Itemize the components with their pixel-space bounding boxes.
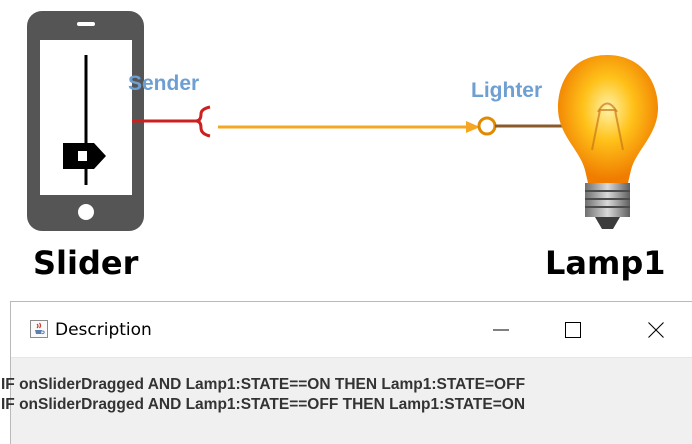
- rules-text-area: IF onSliderDragged AND Lamp1:STATE==ON T…: [1, 375, 692, 415]
- close-button[interactable]: [633, 302, 679, 357]
- minimize-icon: [493, 329, 509, 331]
- light-bulb-icon[interactable]: [558, 55, 658, 229]
- maximize-button[interactable]: [550, 302, 596, 357]
- lighter-port-label: Lighter: [471, 79, 543, 102]
- connection-line[interactable]: [218, 121, 480, 133]
- minimize-button[interactable]: [478, 302, 524, 357]
- lamp-node-name: Lamp1: [545, 244, 666, 282]
- maximize-icon: [565, 322, 581, 338]
- window-titlebar[interactable]: Description: [11, 302, 692, 358]
- window-title: Description: [55, 320, 152, 340]
- slider-node-name: Slider: [33, 244, 139, 282]
- rule-line: IF onSliderDragged AND Lamp1:STATE==OFF …: [1, 396, 526, 413]
- lighter-port-icon[interactable]: [477, 116, 562, 136]
- smartphone-slider-icon[interactable]: [27, 11, 144, 231]
- close-icon: [648, 322, 664, 338]
- sender-port-label: Sender: [128, 72, 200, 95]
- flow-diagram: Sender Lighter Slider Lamp1: [0, 0, 692, 292]
- java-cup-icon: [30, 320, 48, 338]
- rule-line: IF onSliderDragged AND Lamp1:STATE==ON T…: [1, 376, 526, 393]
- description-window: Description IF onSliderDragged AND Lamp1…: [1, 301, 692, 444]
